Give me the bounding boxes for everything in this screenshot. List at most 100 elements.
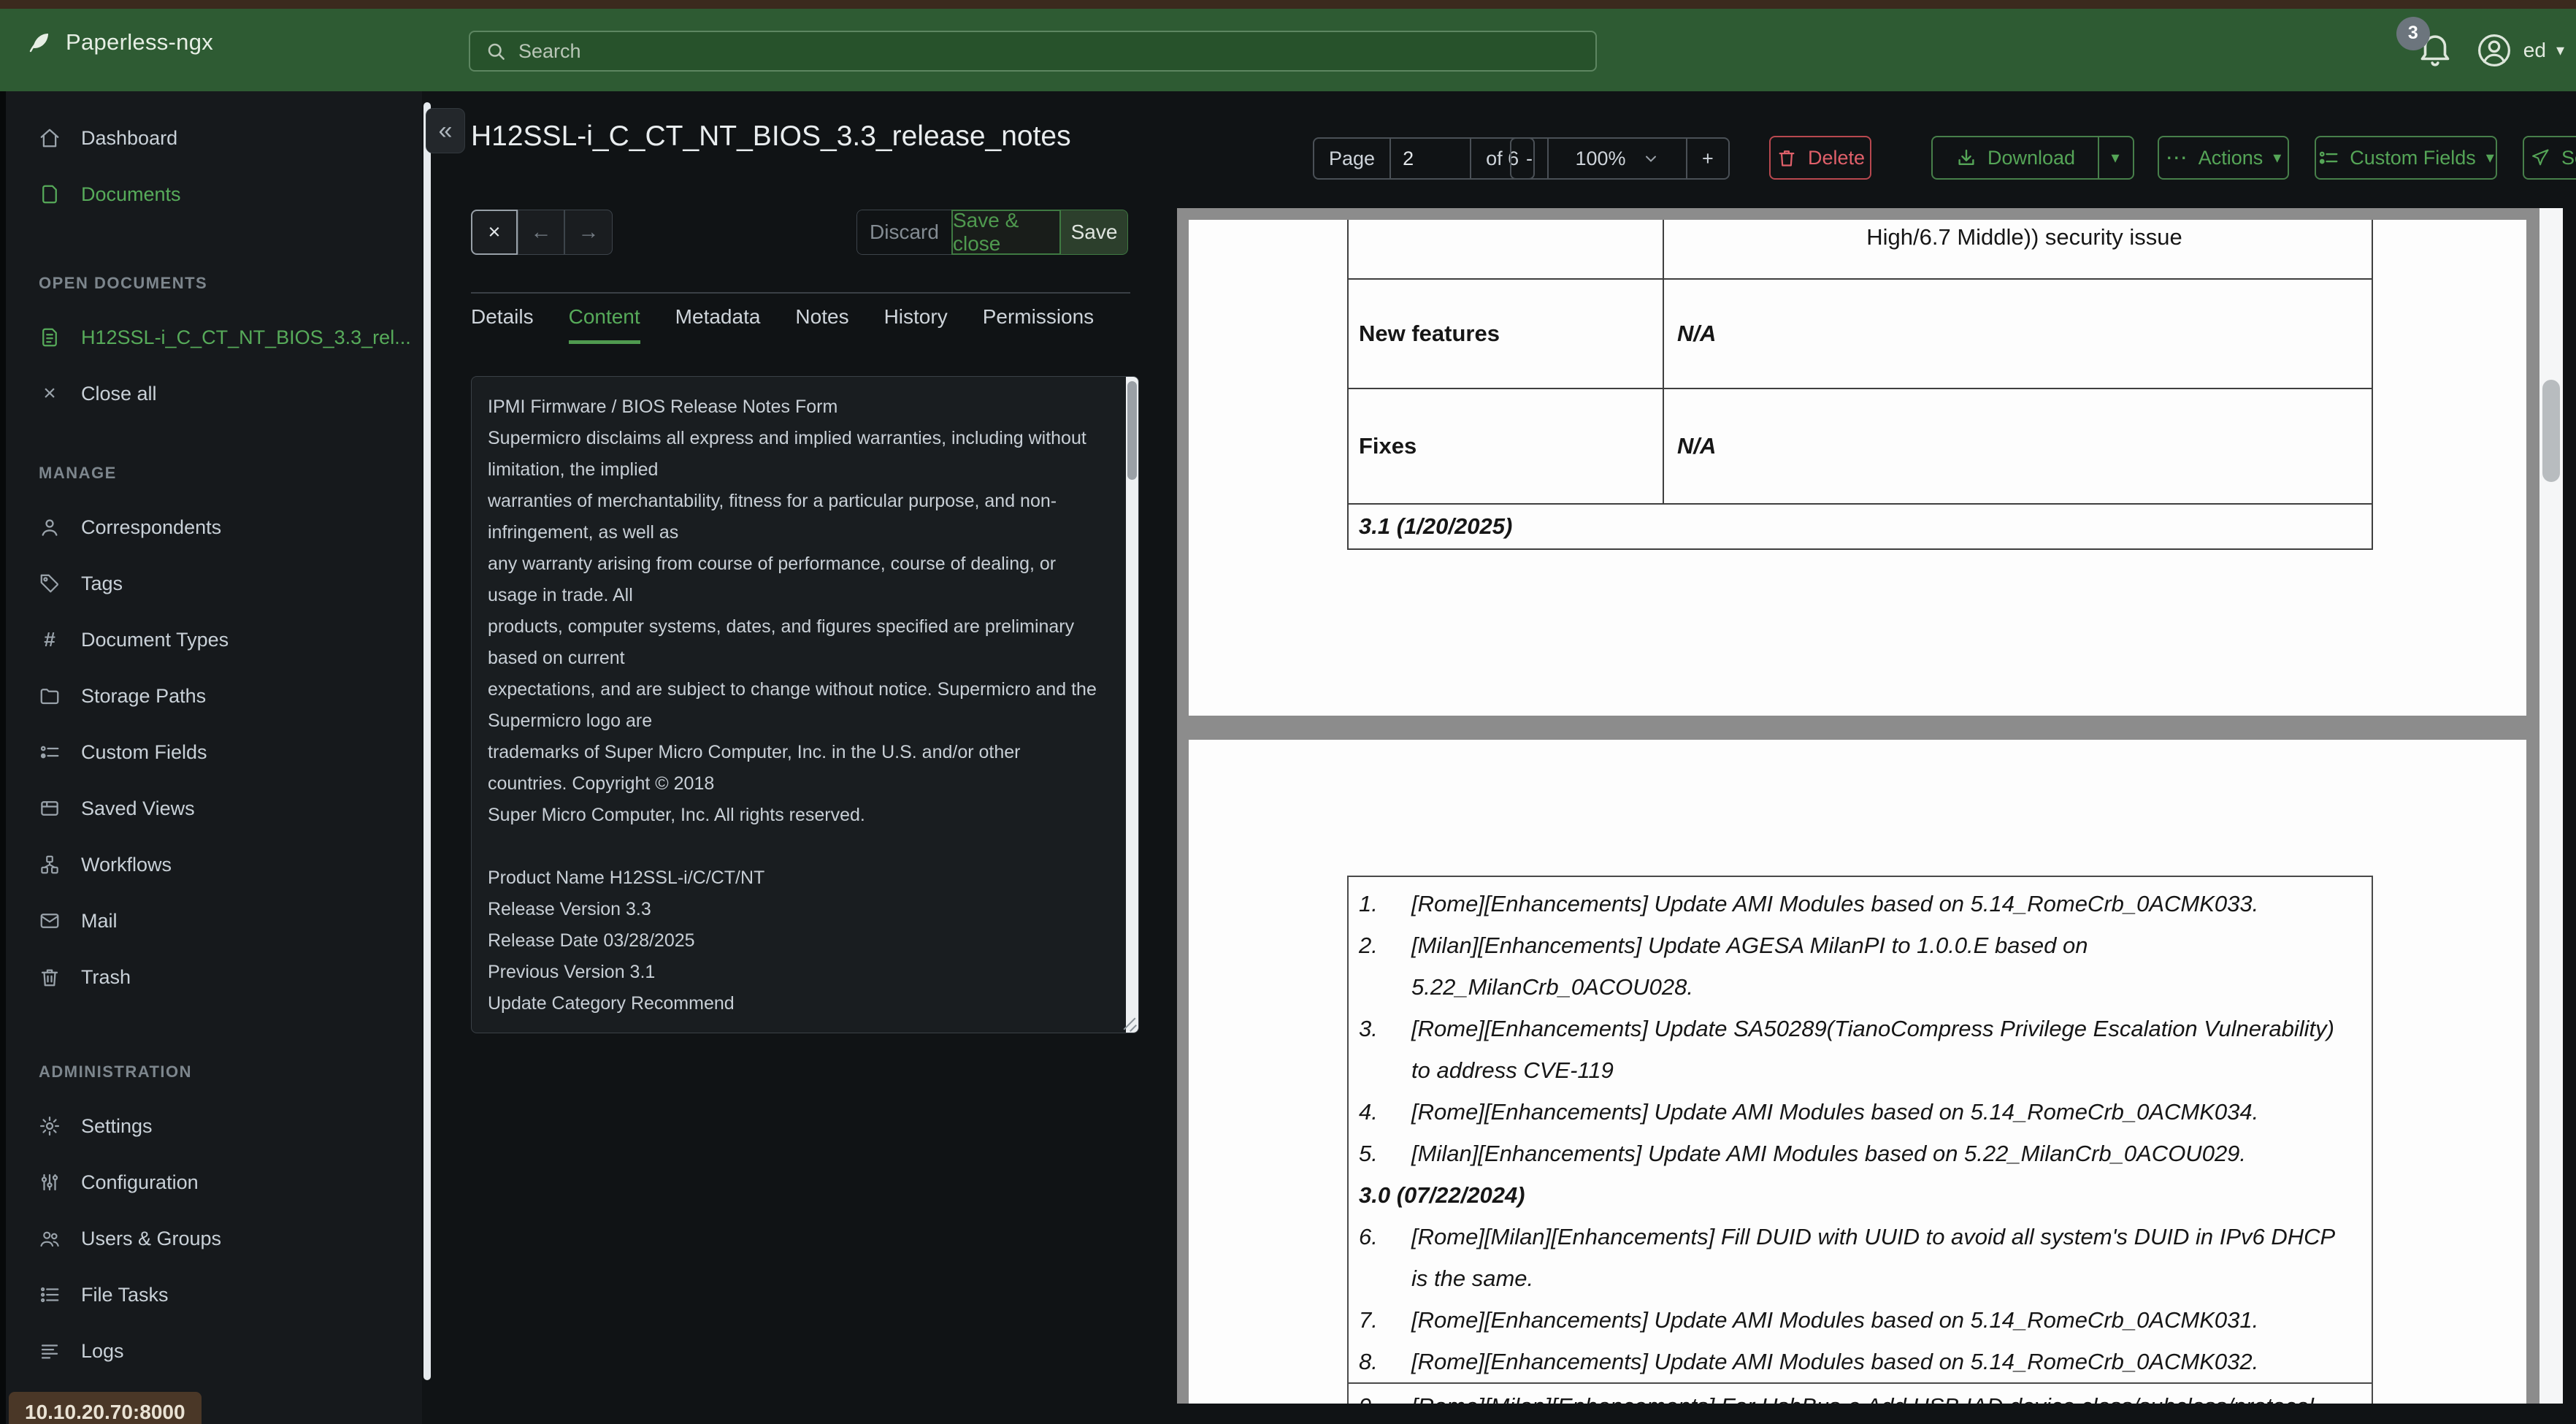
sidebar-item-file-tasks[interactable]: File Tasks <box>6 1274 422 1316</box>
custom-fields-button[interactable]: Custom Fields ▾ <box>2315 136 2497 180</box>
download-label: Download <box>1987 146 2076 169</box>
tab-permissions[interactable]: Permissions <box>983 305 1094 344</box>
open-doc-label: H12SSL-i_C_CT_NT_BIOS_3.3_rel... <box>81 326 411 348</box>
sidebar-item-custom-fields[interactable]: Custom Fields <box>6 731 422 773</box>
global-search[interactable] <box>469 31 1597 72</box>
tag-icon <box>39 573 61 594</box>
hash-icon: # <box>44 628 55 651</box>
actions-label: Actions <box>2198 146 2263 169</box>
tab-content[interactable]: Content <box>568 305 640 344</box>
pdf-table-footer-row: 3.1 (1/20/2025) <box>1347 505 2373 550</box>
sidebar-item-saved-views[interactable]: Saved Views <box>6 787 422 830</box>
page-navigation-group: Page of 6 <box>1313 137 1536 180</box>
custom-fields-icon <box>2318 147 2339 169</box>
pdf-table-row: High/6.7 Middle)) security issue <box>1347 220 2373 280</box>
saved-views-icon <box>39 797 61 819</box>
save-button[interactable]: Save <box>1061 210 1128 255</box>
pdf-list-item: 4. [Rome][Enhancements] Update AMI Module… <box>1359 1099 2259 1125</box>
sidebar-item-document-types[interactable]: # Document Types <box>6 619 422 661</box>
sidebar-scrollbar[interactable] <box>422 95 432 1420</box>
sidebar-scrollbar-thumb[interactable] <box>423 102 431 1380</box>
page-number-input[interactable] <box>1391 147 1471 170</box>
sidebar: Dashboard Documents OPEN DOCUMENTS H12SS… <box>6 91 422 1424</box>
content-textarea[interactable]: IPMI Firmware / BIOS Release Notes Form … <box>471 376 1139 1033</box>
pdf-table-row: New features N/A <box>1347 280 2373 389</box>
tab-history[interactable]: History <box>884 305 948 344</box>
sidebar-item-label: Users & Groups <box>81 1227 222 1249</box>
brand[interactable]: Paperless-ngx <box>26 29 213 55</box>
close-document-button[interactable]: × <box>471 210 518 255</box>
gear-icon <box>39 1115 61 1137</box>
window-chrome-strip <box>0 0 2576 9</box>
sidebar-item-label: Correspondents <box>81 516 222 538</box>
mail-icon <box>39 910 61 932</box>
search-input[interactable] <box>518 39 1581 63</box>
sidebar-item-settings[interactable]: Settings <box>6 1105 422 1147</box>
sidebar-item-tags[interactable]: Tags <box>6 562 422 605</box>
sidebar-item-label: Logs <box>81 1339 124 1362</box>
document-tabs: Details Content Metadata Notes History P… <box>471 305 1094 344</box>
brand-name: Paperless-ngx <box>66 29 214 55</box>
save-and-close-button[interactable]: Save & close <box>951 210 1061 255</box>
tab-details[interactable]: Details <box>471 305 534 344</box>
sidebar-open-doc-h12ssl[interactable]: H12SSL-i_C_CT_NT_BIOS_3.3_rel... <box>6 316 422 359</box>
username: ed <box>2523 38 2546 61</box>
workflows-icon <box>39 854 61 876</box>
arrow-left-icon: ← <box>530 220 552 244</box>
pdf-list-item: 7. [Rome][Enhancements] Update AMI Module… <box>1359 1307 2259 1333</box>
pdf-table-row: Fixes N/A <box>1347 389 2373 505</box>
tab-notes[interactable]: Notes <box>795 305 848 344</box>
pdf-list-item: 3. [Rome][Enhancements] Update SA50289(Ti… <box>1359 1016 2334 1083</box>
sliders-icon <box>39 1171 61 1193</box>
previous-document-button[interactable]: ← <box>518 210 564 255</box>
zoom-level-select[interactable]: 100% <box>1547 139 1686 178</box>
divider <box>471 292 1130 294</box>
sidebar-item-users-groups[interactable]: Users & Groups <box>6 1217 422 1260</box>
pdf-scrollbar[interactable] <box>2539 208 2563 1404</box>
notifications-button[interactable]: 3 <box>2396 16 2456 74</box>
browser-status-url: 10.10.20.70:8000 <box>9 1392 202 1424</box>
sidebar-item-label: Tags <box>81 572 123 594</box>
textarea-scrollbar-thumb[interactable] <box>1127 381 1137 480</box>
textarea-scrollbar[interactable] <box>1126 377 1138 1033</box>
trash-icon <box>1776 147 1798 169</box>
sidebar-item-storage-paths[interactable]: Storage Paths <box>6 675 422 717</box>
tab-metadata[interactable]: Metadata <box>675 305 761 344</box>
sidebar-item-mail[interactable]: Mail <box>6 900 422 942</box>
sidebar-item-label: Configuration <box>81 1171 199 1193</box>
sidebar-item-label: Workflows <box>81 853 172 876</box>
pdf-version-heading: 3.0 (07/22/2024) <box>1359 1182 1525 1208</box>
page-input-wrap <box>1389 139 1471 178</box>
sidebar-item-logs[interactable]: Logs <box>6 1330 422 1372</box>
pdf-table-cell: N/A <box>1677 433 1717 459</box>
sidebar-item-documents[interactable]: Documents <box>6 173 422 215</box>
manage-header: MANAGE <box>39 464 117 482</box>
next-document-button[interactable]: → <box>564 210 613 255</box>
discard-button[interactable]: Discard <box>856 210 951 255</box>
sidebar-item-workflows[interactable]: Workflows <box>6 843 422 886</box>
delete-button[interactable]: Delete <box>1769 136 1871 180</box>
sidebar-collapse-button[interactable]: « <box>426 108 465 153</box>
leaf-logo-icon <box>26 29 53 55</box>
sidebar-item-correspondents[interactable]: Correspondents <box>6 506 422 548</box>
caret-down-icon: ▾ <box>2111 148 2120 166</box>
pdf-scrollbar-thumb[interactable] <box>2542 380 2560 482</box>
content-text[interactable]: IPMI Firmware / BIOS Release Notes Form … <box>472 377 1114 1033</box>
send-label: Send <box>2561 146 2576 169</box>
actions-button[interactable]: ⋯ Actions ▾ <box>2158 136 2289 180</box>
sidebar-item-configuration[interactable]: Configuration <box>6 1161 422 1203</box>
download-menu-caret[interactable]: ▾ <box>2098 136 2134 180</box>
sidebar-item-dashboard[interactable]: Dashboard <box>6 117 422 159</box>
user-menu[interactable]: ed ▾ <box>2475 31 2564 69</box>
zoom-in-button[interactable]: + <box>1686 139 1728 178</box>
resize-handle[interactable] <box>1119 1013 1138 1032</box>
top-navbar: Paperless-ngx 3 ed ▾ <box>0 9 2576 91</box>
close-icon: × <box>43 381 56 405</box>
sidebar-close-all[interactable]: × Close all <box>6 372 422 415</box>
page-label: Page <box>1329 147 1376 169</box>
download-button[interactable]: Download <box>1931 136 2099 180</box>
send-button[interactable]: Send ▾ <box>2523 136 2576 180</box>
chevron-down-icon: ▾ <box>2556 40 2564 59</box>
sidebar-item-trash[interactable]: Trash <box>6 956 422 998</box>
zoom-out-button[interactable]: - <box>1511 139 1547 178</box>
